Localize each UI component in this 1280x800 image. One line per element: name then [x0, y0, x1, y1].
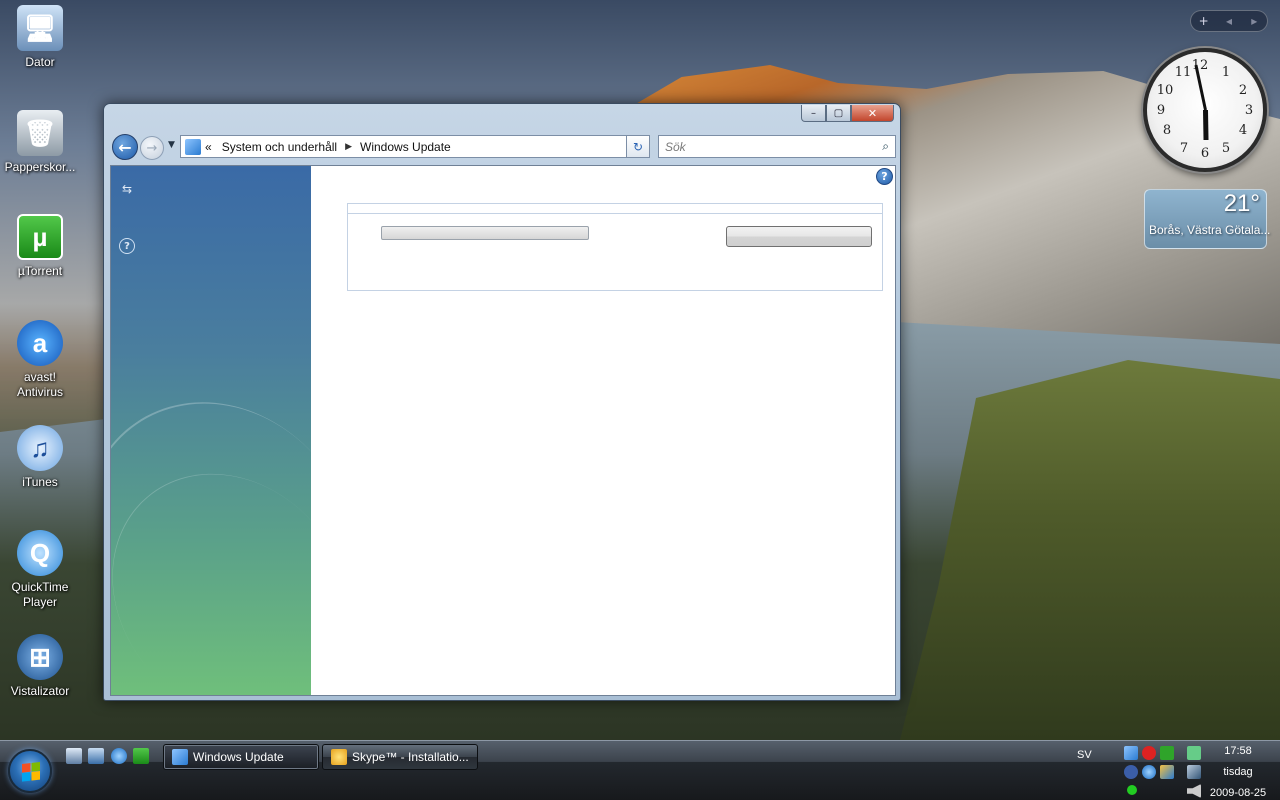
error-tray-icon[interactable]: [1142, 746, 1156, 760]
next-gadgets-button[interactable]: ▸: [1242, 14, 1267, 28]
clock-time: 17:58: [1224, 745, 1252, 757]
desktop-icon-label: avast! Antivirus: [16, 370, 63, 399]
taskbar-item-label: Windows Update: [193, 750, 284, 764]
refresh-button[interactable]: ↻: [626, 135, 650, 158]
close-button[interactable]: ✕: [851, 105, 894, 122]
clock-number: 3: [1244, 103, 1254, 118]
forward-button[interactable]: →: [140, 136, 164, 160]
desktop-icon-recycle-bin[interactable]: 🗑 Papperskor...: [0, 110, 80, 175]
desktop-icon-label: Papperskor...: [4, 160, 76, 174]
utorrent-icon: µ: [17, 214, 63, 260]
help-button[interactable]: ?: [876, 168, 893, 185]
add-gadget-button[interactable]: +: [1191, 14, 1216, 28]
windows-update-window: – ▢ ✕ ← → ▼ « System och underhåll ▶ Win…: [103, 103, 901, 701]
sync-icon[interactable]: ⇆: [119, 181, 135, 197]
show-desktop-icon[interactable]: [66, 748, 82, 764]
content-area: ⇆ ? ?: [110, 165, 896, 696]
utorrent-icon[interactable]: [133, 748, 149, 764]
windows-logo-icon: [22, 762, 40, 782]
desktop-icon-vistalizator[interactable]: ⊞ Vistalizator: [0, 634, 80, 699]
taskbar-item-windows-update[interactable]: Windows Update: [163, 744, 319, 770]
window-controls: – ▢ ✕: [801, 105, 894, 122]
recent-pages-dropdown-icon[interactable]: ▼: [168, 140, 175, 150]
panel-header: [348, 204, 882, 214]
clock-number: 5: [1221, 141, 1231, 156]
desktop-icon-avast[interactable]: a avast! Antivirus: [0, 320, 80, 400]
clock-number: 11: [1174, 65, 1192, 80]
update-progress-bar: [381, 226, 589, 240]
utorrent-tray-icon[interactable]: [1160, 746, 1174, 760]
switch-windows-icon[interactable]: [88, 748, 104, 764]
desktop-icon-quicktime[interactable]: Q QuickTime Player: [0, 530, 80, 610]
itunes-icon: ♫: [17, 425, 63, 471]
clock-date: 2009-08-25: [1209, 787, 1267, 799]
weather-location: Borås, Västra Götala...: [1149, 223, 1271, 237]
minimize-button[interactable]: –: [801, 105, 826, 122]
clock-number: 9: [1156, 103, 1166, 118]
taskbar: Windows Update Skype™ - Installatio... S…: [0, 740, 1280, 800]
browser-tray-icon[interactable]: [1142, 765, 1156, 779]
desktop-icon-dator[interactable]: 🖥 Dator: [0, 5, 80, 70]
windows-update-icon: [172, 749, 188, 765]
back-button[interactable]: ←: [112, 134, 138, 160]
desktop-icon-label: Vistalizator: [10, 684, 70, 698]
vistalizator-icon: ⊞: [17, 634, 63, 680]
internet-explorer-icon[interactable]: [111, 748, 127, 764]
clock-number: 7: [1179, 141, 1189, 156]
search-input[interactable]: Sök ⌕: [658, 135, 896, 158]
desktop-icon-label: Dator: [25, 55, 55, 69]
breadcrumb-windows-update[interactable]: Windows Update: [360, 140, 451, 154]
avast-icon: a: [17, 320, 63, 366]
gadget-controls: + ◂ ▸: [1190, 10, 1268, 32]
breadcrumb-separator-icon[interactable]: ▶: [345, 141, 352, 152]
desktop-icon-utorrent[interactable]: µ µTorrent: [0, 214, 80, 279]
clock-number: 4: [1238, 123, 1248, 138]
control-panel-icon: [185, 138, 201, 155]
start-button[interactable]: [8, 749, 52, 793]
search-placeholder: Sök: [665, 139, 686, 154]
installer-icon: [331, 749, 347, 765]
sync-tray-icon[interactable]: [1187, 765, 1201, 779]
taskbar-item-skype-install[interactable]: Skype™ - Installatio...: [322, 744, 478, 770]
clock-gadget[interactable]: 12 1 2 3 4 5 6 7 8 9 10 11: [1143, 48, 1267, 172]
search-icon[interactable]: ⌕: [882, 139, 889, 154]
info-tray-icon[interactable]: [1124, 765, 1138, 779]
previous-gadgets-button[interactable]: ◂: [1216, 14, 1241, 28]
update-action-button[interactable]: [726, 226, 872, 247]
left-task-pane: ⇆ ?: [111, 166, 414, 695]
desktop-icon-label: QuickTime Player: [11, 580, 69, 609]
clock-number: 6: [1200, 146, 1210, 161]
breadcrumb-system-and-maintenance[interactable]: System och underhåll: [222, 140, 337, 154]
address-bar[interactable]: « System och underhåll ▶ Windows Update …: [180, 135, 650, 158]
navigation-bar: ← → ▼ « System och underhåll ▶ Windows U…: [110, 132, 896, 162]
desktop-icon-label: iTunes: [22, 475, 58, 489]
quicktime-icon: Q: [17, 530, 63, 576]
defender-tray-icon[interactable]: [1127, 785, 1137, 795]
taskbar-clock[interactable]: 17:58 tisdag 2009-08-25: [1200, 741, 1276, 800]
weather-temperature: 21°: [1223, 190, 1260, 217]
update-status-panel: [347, 203, 883, 291]
network-tray-icon[interactable]: [1187, 746, 1201, 760]
recycle-bin-icon: 🗑: [17, 110, 63, 156]
clock-number: 2: [1238, 83, 1248, 98]
clock-number: 8: [1162, 123, 1172, 138]
breadcrumb-overflow[interactable]: «: [205, 140, 212, 154]
taskbar-item-label: Skype™ - Installatio...: [352, 750, 469, 764]
help-icon[interactable]: ?: [119, 238, 135, 254]
computer-icon: 🖥: [17, 5, 63, 51]
clock-number: 10: [1156, 83, 1174, 98]
volume-icon[interactable]: [1187, 784, 1201, 798]
weather-gadget[interactable]: 21° Borås, Västra Götala...: [1144, 189, 1271, 249]
desktop-icon-itunes[interactable]: ♫ iTunes: [0, 425, 80, 490]
clock-day: tisdag: [1223, 766, 1253, 778]
security-tray-icon[interactable]: [1160, 765, 1174, 779]
maximize-button[interactable]: ▢: [826, 105, 851, 122]
windows-update-tray-icon[interactable]: [1124, 746, 1138, 760]
clock-hour-hand: [1202, 109, 1209, 141]
clock-number: 1: [1221, 65, 1231, 80]
desktop-icon-label: µTorrent: [17, 264, 63, 278]
language-indicator[interactable]: SV: [1077, 749, 1092, 761]
